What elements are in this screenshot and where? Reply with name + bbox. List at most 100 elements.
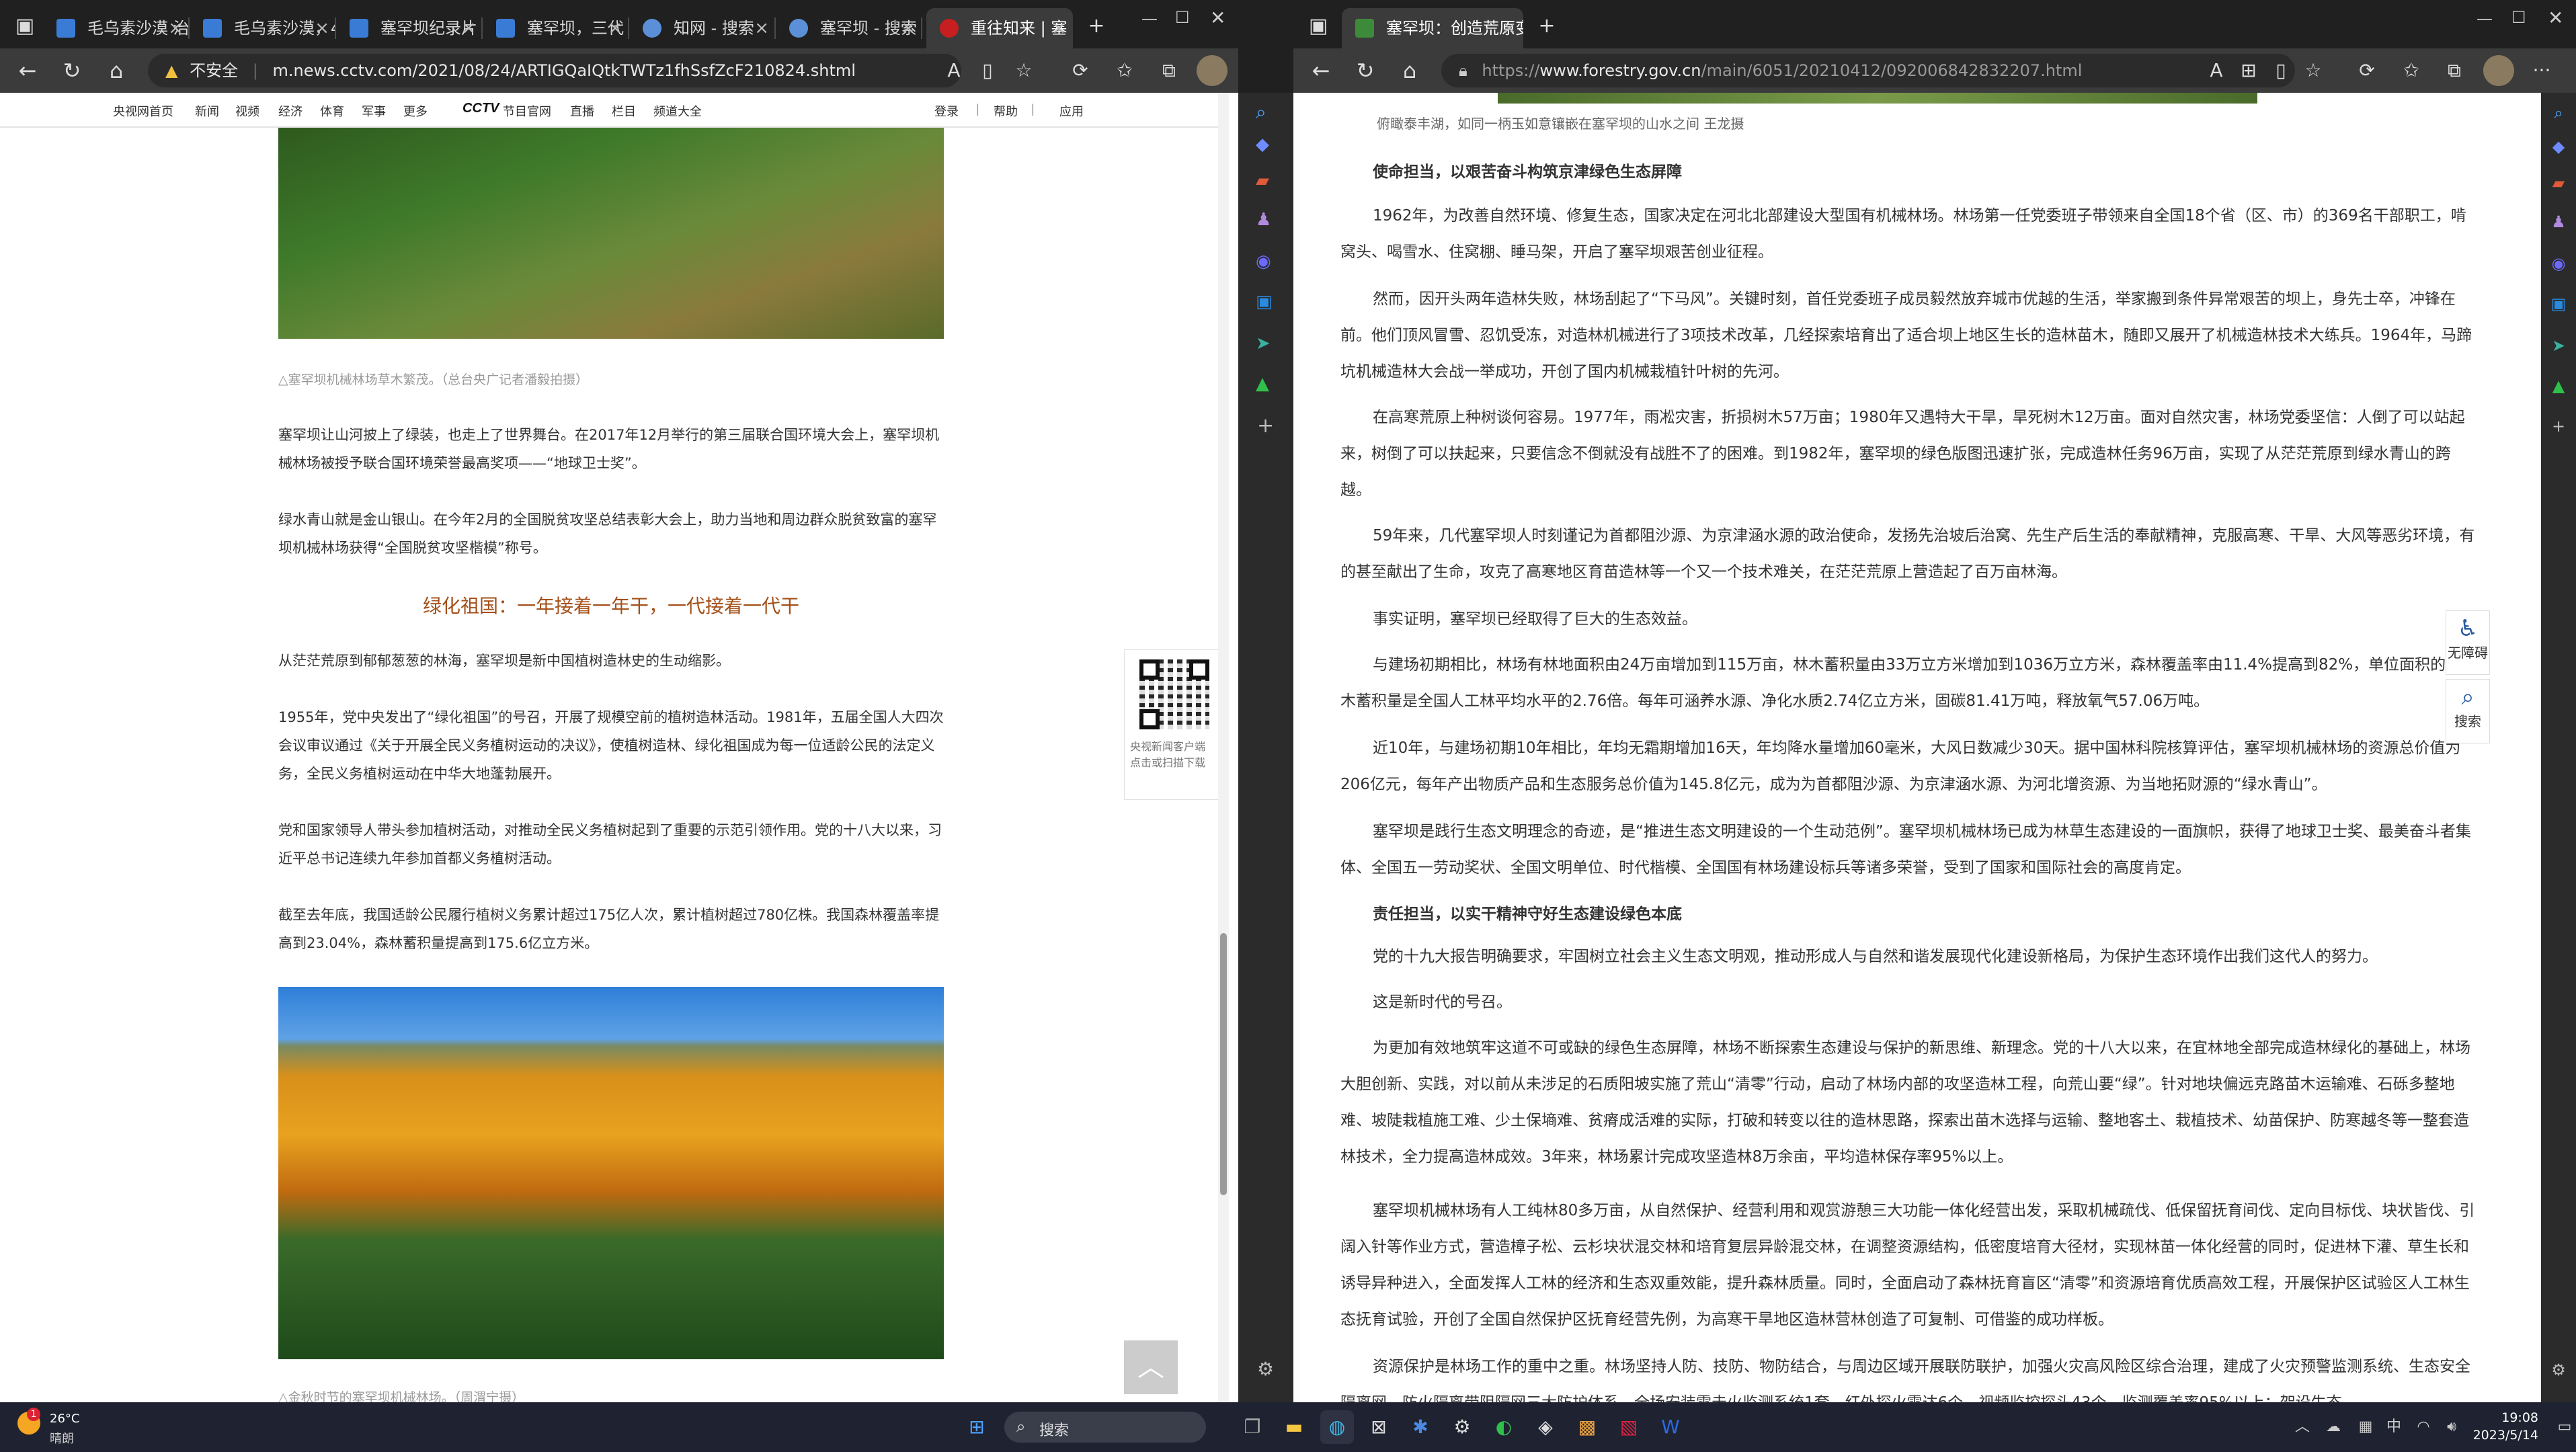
search-icon[interactable]: ⌕: [1256, 101, 1266, 124]
accessibility-button[interactable]: ♿︎ 无障碍: [2446, 610, 2490, 675]
more-icon[interactable]: ···: [2526, 55, 2557, 86]
games-icon[interactable]: ♟: [1256, 210, 1271, 230]
nav-live[interactable]: 直播: [570, 102, 594, 120]
home-icon[interactable]: ⌂: [98, 52, 134, 89]
refresh-icon[interactable]: ↻: [1347, 52, 1383, 89]
nav-military[interactable]: 军事: [362, 102, 386, 120]
avatar[interactable]: [2483, 55, 2514, 86]
close-icon[interactable]: ×: [1502, 8, 1517, 48]
store-icon[interactable]: ⊠: [1362, 1410, 1396, 1444]
start-icon[interactable]: ⊞: [960, 1410, 994, 1444]
refresh-icon[interactable]: ↻: [54, 52, 90, 89]
new-tab-button[interactable]: +: [1529, 8, 1565, 44]
clock-date[interactable]: 2023/5/14: [2467, 1428, 2538, 1443]
close-icon[interactable]: ×: [901, 8, 916, 48]
app-available-icon[interactable]: ⊞: [2233, 55, 2264, 86]
volume-icon[interactable]: 🔊︎: [2435, 1410, 2468, 1444]
cctv-logo[interactable]: CCTV: [462, 101, 499, 116]
word-icon[interactable]: W: [1654, 1410, 1687, 1444]
games-icon[interactable]: ♟: [2546, 210, 2571, 234]
task-view-icon[interactable]: ❐: [1236, 1410, 1269, 1444]
toolbox-icon[interactable]: ▰: [1256, 171, 1269, 191]
tag-icon[interactable]: ◆: [1256, 134, 1269, 155]
chevron-up-icon[interactable]: ︿: [2286, 1410, 2319, 1444]
send-icon[interactable]: ➤: [1256, 333, 1271, 354]
close-icon[interactable]: ×: [168, 8, 183, 48]
nav-video[interactable]: 视频: [235, 102, 259, 120]
minimize-icon[interactable]: —: [2477, 9, 2493, 28]
home-icon[interactable]: ⌂: [1392, 52, 1428, 89]
nav-program-site[interactable]: 节目官网: [503, 102, 551, 120]
tag-icon[interactable]: ◆: [2546, 134, 2571, 159]
close-icon[interactable]: ×: [315, 8, 329, 48]
help-link[interactable]: 帮助: [994, 102, 1018, 120]
new-tab-button[interactable]: +: [1078, 8, 1115, 44]
app-icon[interactable]: ◈: [1529, 1410, 1562, 1444]
app-icon[interactable]: ▩: [1570, 1410, 1604, 1444]
clock-time[interactable]: 19:08: [2478, 1410, 2538, 1425]
apps-link[interactable]: 应用: [1059, 102, 1084, 120]
office-icon[interactable]: ◉: [2546, 251, 2571, 276]
close-window-icon[interactable]: ✕: [1210, 7, 1225, 29]
send-icon[interactable]: ➤: [2546, 333, 2571, 358]
login-link[interactable]: 登录: [934, 102, 959, 120]
tab-forestry-active[interactable]: 塞罕坝：创造荒原变林海的人间×: [1342, 8, 1523, 48]
photos-icon[interactable]: ▧: [1612, 1410, 1646, 1444]
nav-channels[interactable]: 频道大全: [653, 102, 702, 120]
taskbar-search[interactable]: ⌕ 搜索: [1004, 1412, 1206, 1443]
maximize-icon[interactable]: ☐: [1175, 8, 1190, 27]
nav-more[interactable]: 更多: [403, 102, 428, 120]
scrollbar[interactable]: [1218, 93, 1229, 1402]
favorite-add-icon[interactable]: ☆: [2298, 55, 2329, 86]
tab-5[interactable]: 知网 - 搜索 ×: [629, 8, 776, 48]
url-input[interactable]: ▲ 不安全 | m.news.cctv.com/2021/08/24/ARTIG…: [148, 54, 961, 87]
notification-icon[interactable]: ▭: [2548, 1410, 2576, 1444]
outlook-icon[interactable]: ▣: [1256, 292, 1273, 312]
nav-economy[interactable]: 经济: [278, 102, 303, 120]
reader-icon[interactable]: ▯: [2265, 55, 2296, 86]
wechat-icon[interactable]: ◐: [1487, 1410, 1521, 1444]
outlook-icon[interactable]: ▣: [2546, 292, 2571, 316]
maximize-icon[interactable]: ☐: [2511, 8, 2526, 27]
tab-actions-icon[interactable]: ▣: [7, 8, 43, 44]
tab-7-active[interactable]: 重往知来 | 塞 ×: [926, 8, 1073, 48]
tab-actions-icon[interactable]: ▣: [1300, 8, 1336, 44]
office-icon[interactable]: ◉: [1256, 251, 1271, 272]
back-icon[interactable]: ←: [1303, 52, 1339, 89]
toolbox-icon[interactable]: ▰: [2546, 171, 2571, 195]
favorites-icon[interactable]: ✩: [2396, 55, 2427, 86]
read-aloud-icon[interactable]: A: [938, 55, 969, 86]
app-icon[interactable]: ✱: [1404, 1410, 1437, 1444]
nav-sports[interactable]: 体育: [320, 102, 344, 120]
url-input[interactable]: 🔒︎ https://www.forestry.gov.cn/main/6051…: [1441, 54, 2295, 87]
tab-4[interactable]: 塞罕坝，三代 ×: [483, 8, 629, 48]
scrollbar-thumb[interactable]: [1220, 933, 1227, 1195]
settings-icon[interactable]: ⚙: [1257, 1358, 1274, 1380]
settings-icon[interactable]: ⚙: [2546, 1358, 2571, 1382]
site-search-button[interactable]: ⌕ 搜索: [2446, 679, 2490, 743]
add-icon[interactable]: +: [1257, 414, 1274, 438]
reader-icon[interactable]: ▯: [972, 55, 1003, 86]
tab-1[interactable]: 毛乌素沙漠 治 ×: [43, 8, 190, 48]
close-icon[interactable]: ×: [1051, 8, 1066, 48]
tree-icon[interactable]: ▲: [1256, 374, 1269, 394]
back-to-top-button[interactable]: ︿: [1124, 1340, 1178, 1394]
close-icon[interactable]: ×: [754, 8, 769, 48]
add-icon[interactable]: +: [2546, 414, 2571, 438]
nav-news[interactable]: 新闻: [195, 102, 219, 120]
collections-icon[interactable]: ⧉: [2439, 55, 2470, 86]
favorites-icon[interactable]: ✩: [1109, 55, 1140, 86]
nav-home[interactable]: 央视网首页: [113, 102, 173, 120]
tab-2[interactable]: 毛乌素沙漠，4 ×: [190, 8, 336, 48]
tab-6[interactable]: 塞罕坝 - 搜索 ×: [776, 8, 922, 48]
close-icon[interactable]: ×: [461, 8, 476, 48]
tree-icon[interactable]: ▲: [2546, 374, 2571, 398]
back-icon[interactable]: ←: [9, 52, 46, 89]
collections-icon[interactable]: ⧉: [1154, 55, 1184, 86]
ime-indicator[interactable]: 中: [2377, 1410, 2411, 1444]
tab-3[interactable]: 塞罕坝纪录片 ×: [336, 8, 483, 48]
avatar[interactable]: [1197, 55, 1227, 86]
file-explorer-icon[interactable]: ▬: [1277, 1410, 1311, 1444]
extensions-icon[interactable]: ⟳: [2351, 55, 2382, 86]
extensions-icon[interactable]: ⟳: [1065, 55, 1096, 86]
